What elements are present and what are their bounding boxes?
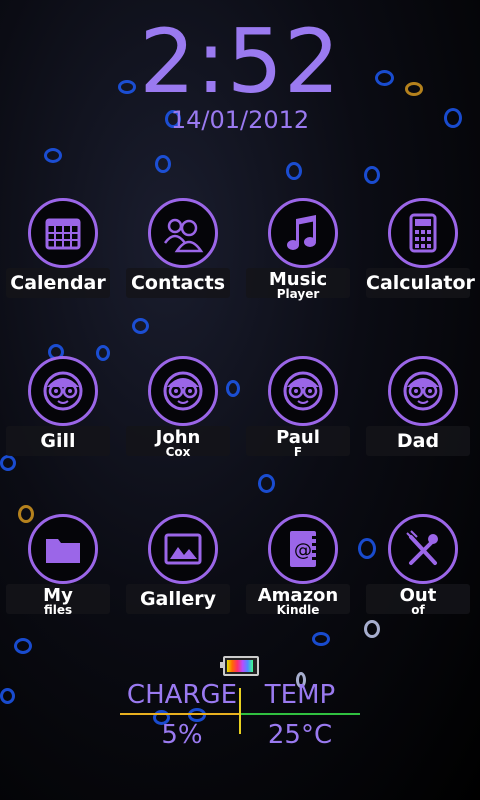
- svg-text:@: @: [294, 540, 312, 561]
- app-label: John Cox: [126, 426, 230, 459]
- face-icon: [148, 356, 218, 426]
- charge-readout[interactable]: CHARGE 5%: [122, 680, 242, 750]
- app-label-line1: Dad: [396, 430, 440, 452]
- app-label-line1: Calculator: [366, 272, 475, 294]
- app-label-line2: F: [293, 445, 303, 459]
- app-label: My files: [6, 584, 110, 617]
- app-label: Gill: [6, 426, 110, 456]
- folder-icon: [28, 514, 98, 584]
- app-out-of[interactable]: Out of: [366, 508, 478, 628]
- app-contacts[interactable]: Contacts: [126, 192, 238, 312]
- app-label: Contacts: [126, 268, 230, 298]
- utensils-icon: [388, 514, 458, 584]
- app-label-line1: John: [155, 427, 201, 448]
- app-label-line2: Cox: [165, 445, 191, 459]
- app-label-line1: Out: [399, 585, 437, 606]
- contact-john-cox[interactable]: John Cox: [126, 350, 238, 470]
- book-icon: @: [268, 514, 338, 584]
- app-label: Gallery: [126, 584, 230, 614]
- face-icon: [268, 356, 338, 426]
- temp-value: 25°C: [267, 720, 333, 750]
- widget-divider-vertical: [239, 688, 241, 734]
- app-label-line1: Gill: [40, 430, 76, 452]
- temp-readout[interactable]: TEMP 25°C: [240, 680, 360, 750]
- calendar-icon: [28, 198, 98, 268]
- app-label-line2: files: [43, 603, 73, 617]
- app-label-line1: Gallery: [139, 588, 217, 610]
- contact-dad[interactable]: Dad: [366, 350, 478, 470]
- app-label: Calculator: [366, 268, 475, 298]
- gallery-icon: [148, 514, 218, 584]
- widget-divider-right: [240, 713, 360, 715]
- app-label-line1: Amazon: [257, 585, 339, 606]
- charge-value: 5%: [161, 720, 203, 750]
- app-label-line2: of: [411, 603, 425, 617]
- app-label: Out of: [366, 584, 470, 617]
- app-label-line2: Player: [276, 287, 320, 301]
- music-icon: [268, 198, 338, 268]
- app-gallery[interactable]: Gallery: [126, 508, 238, 628]
- face-icon: [388, 356, 458, 426]
- app-label: Calendar: [6, 268, 110, 298]
- contact-paul-f[interactable]: Paul F: [246, 350, 358, 470]
- app-label-line1: Paul: [276, 427, 320, 448]
- app-label: Music Player: [246, 268, 350, 301]
- app-my-files[interactable]: My files: [6, 508, 118, 628]
- app-label: Dad: [366, 426, 470, 456]
- battery-icon: [220, 656, 259, 676]
- contact-gill[interactable]: Gill: [6, 350, 118, 470]
- app-calculator[interactable]: Calculator: [366, 192, 478, 312]
- app-label: Paul F: [246, 426, 350, 459]
- app-label-line1: My: [43, 585, 73, 606]
- app-music-player[interactable]: Music Player: [246, 192, 358, 312]
- contacts-icon: [148, 198, 218, 268]
- app-label: Amazon Kindle: [246, 584, 350, 617]
- app-label-line1: Calendar: [10, 272, 106, 294]
- app-amazon-kindle[interactable]: @ Amazon Kindle: [246, 508, 358, 628]
- clock-time[interactable]: 2:52: [0, 10, 480, 113]
- calculator-icon: [388, 198, 458, 268]
- app-label-line2: Kindle: [276, 603, 320, 617]
- charge-label: CHARGE: [126, 680, 238, 710]
- app-label-line1: Music: [268, 269, 328, 290]
- app-label-line1: Contacts: [130, 272, 226, 294]
- clock-date: 14/01/2012: [170, 106, 310, 134]
- widget-divider-left: [120, 713, 240, 715]
- app-calendar[interactable]: Calendar: [6, 192, 118, 312]
- temp-label: TEMP: [264, 680, 336, 710]
- face-icon: [28, 356, 98, 426]
